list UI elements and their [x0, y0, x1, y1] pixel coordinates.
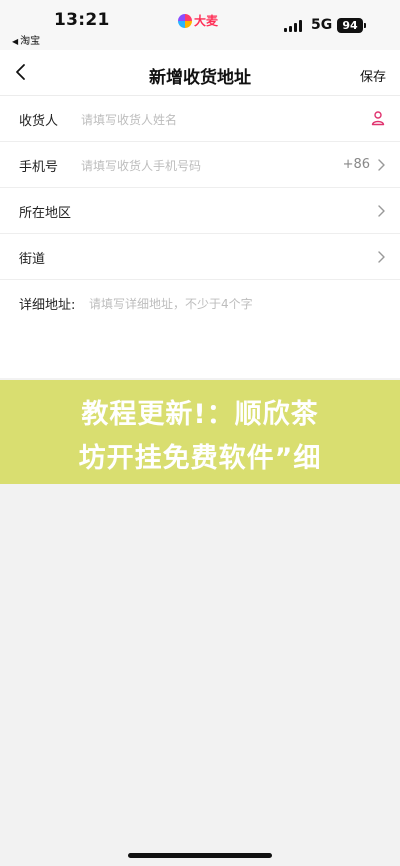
street-label: 街道: [19, 252, 46, 267]
recipient-input[interactable]: 请填写收货人姓名: [81, 111, 177, 128]
network-type: 5G: [311, 17, 333, 33]
country-code[interactable]: +86: [343, 157, 370, 172]
back-triangle-icon: ◀: [12, 37, 19, 46]
damai-flower-icon: [178, 13, 192, 28]
overlay-banner: 教程更新!：顺欣茶 坊开挂免费软件”细: [0, 380, 400, 484]
region-label: 所在地区: [19, 206, 72, 221]
app-logo: 大麦: [178, 12, 218, 29]
chevron-right-icon[interactable]: [376, 203, 386, 219]
signal-icon: [284, 20, 302, 32]
back-app-label: 淘宝: [20, 36, 41, 47]
status-time: 13:21: [54, 10, 110, 30]
address-form: 收货人 请填写收货人姓名 手机号 请填写收货人手机号码 +86 所在地区 街道 …: [0, 96, 400, 378]
save-button[interactable]: 保存: [360, 66, 386, 85]
banner-text-line-1: 教程更新!：顺欣茶: [81, 399, 319, 430]
app-logo-text: 大麦: [194, 14, 219, 28]
phone-label: 手机号: [19, 160, 59, 175]
home-indicator[interactable]: [128, 853, 272, 858]
person-icon[interactable]: [370, 110, 386, 126]
back-to-app[interactable]: ◀ 淘宝: [12, 32, 40, 47]
page-title: 新增收货地址: [149, 68, 251, 88]
status-bar: 13:21 ◀ 淘宝 大麦 5G 94: [0, 0, 400, 50]
chevron-right-icon[interactable]: [376, 157, 386, 173]
recipient-label: 收货人: [19, 114, 59, 129]
phone-input[interactable]: 请填写收货人手机号码: [81, 157, 201, 174]
chevron-right-icon[interactable]: [376, 249, 386, 265]
battery-level: 94: [342, 19, 358, 32]
detail-address-input[interactable]: 请填写详细地址，不少于4个字: [89, 295, 253, 312]
banner-text-line-2: 坊开挂免费软件”细: [78, 443, 322, 474]
street-row[interactable]: 街道: [0, 234, 400, 280]
nav-bar: 新增收货地址 保存: [0, 50, 400, 96]
region-row[interactable]: 所在地区: [0, 188, 400, 234]
detail-address-label: 详细地址:: [19, 298, 76, 313]
phone-row[interactable]: 手机号 请填写收货人手机号码 +86: [0, 142, 400, 188]
detail-address-row[interactable]: 详细地址: 请填写详细地址，不少于4个字: [0, 280, 400, 326]
recipient-row[interactable]: 收货人 请填写收货人姓名: [0, 96, 400, 142]
empty-area: [0, 484, 400, 866]
battery-icon: 94: [337, 18, 366, 33]
